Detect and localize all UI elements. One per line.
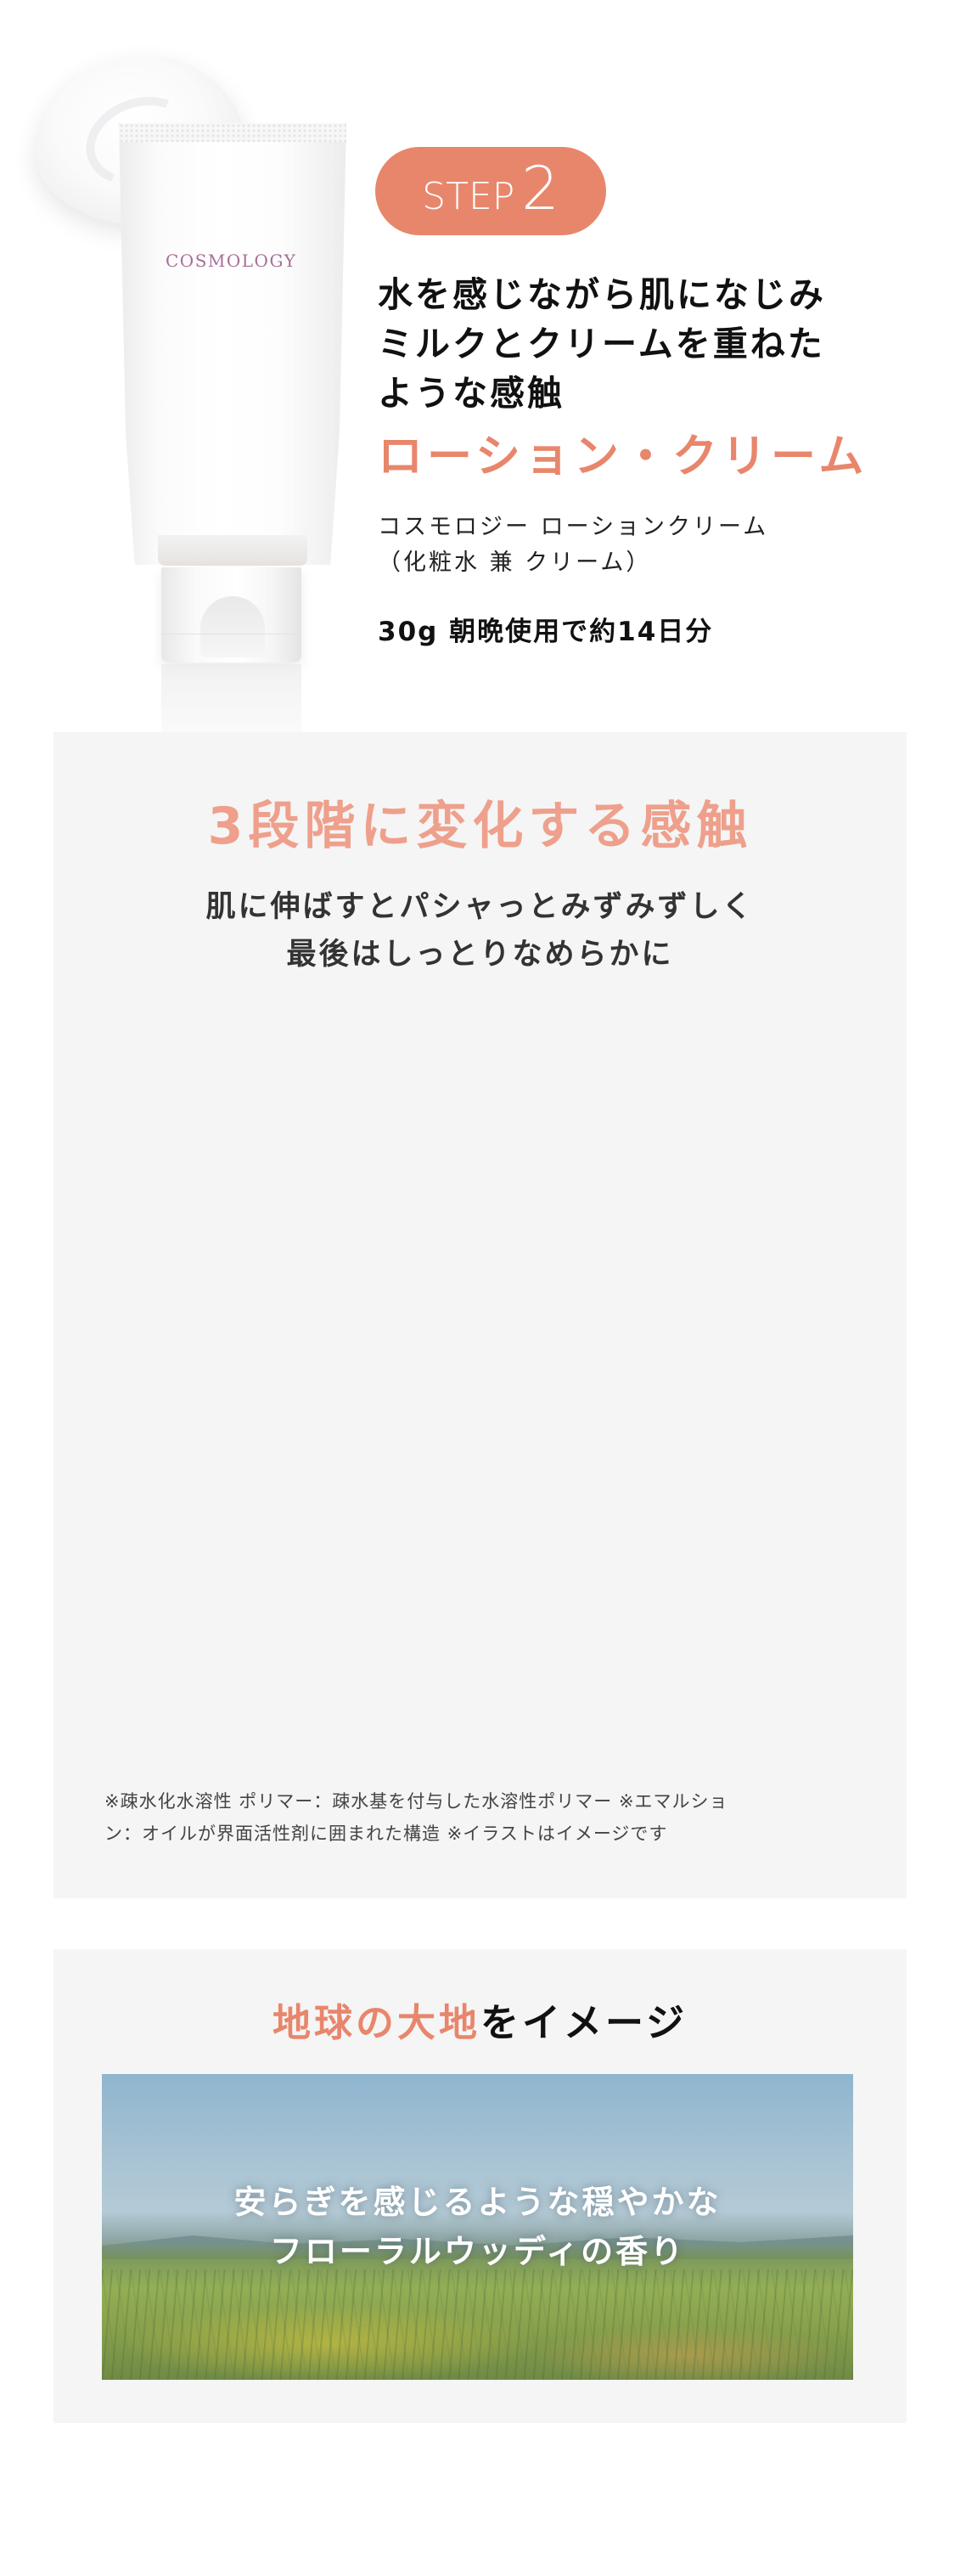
texture-subtitle-line: 最後はしっとりなめらかに: [286, 938, 674, 972]
product-name: ローション・クリーム: [378, 431, 868, 482]
headline-line: ような感触: [378, 373, 565, 414]
footnote-line: ※疎水化水溶性 ポリマー：疎水基を付与した水溶性ポリマー ※エマルショ: [104, 1791, 728, 1812]
product-image: COSMOLOGY: [0, 0, 357, 766]
tube-crimp: [119, 123, 346, 142]
texture-subtitle: 肌に伸ばすとパシャっとみずみずしく 最後はしっとりなめらかに: [53, 883, 907, 978]
product-headline: 水を感じながら肌になじみ ミルクとクリームを重ねた ような感触: [378, 270, 904, 418]
step-badge: STEP 2: [375, 147, 606, 235]
scent-description-line: フローラルウッディの香り: [269, 2233, 686, 2270]
texture-subtitle-line: 肌に伸ばすとパシャっとみずみずしく: [205, 890, 755, 924]
scent-title: 地球の大地をイメージ: [53, 1992, 907, 2047]
meadow-image: 安らぎを感じるような穏やかな フローラルウッディの香り: [102, 2074, 853, 2380]
texture-footnote: ※疎水化水溶性 ポリマー：疎水基を付与した水溶性ポリマー ※エマルショ ン：オイ…: [104, 1785, 868, 1850]
scent-description-line: 安らぎを感じるような穏やかな: [233, 2184, 722, 2221]
scent-description: 安らぎを感じるような穏やかな フローラルウッディの香り: [102, 2178, 853, 2276]
product-description: コスモロジー ローションクリーム （化粧水 兼 クリーム）: [378, 510, 904, 581]
scent-title-accent: 地球の大地: [272, 2000, 480, 2045]
step-number: 2: [521, 154, 559, 223]
headline-line: 水を感じながら肌になじみ: [378, 274, 826, 315]
texture-title: 3段階に変化する感触: [207, 797, 753, 856]
meadow-grass: [102, 2269, 853, 2380]
step-label: STEP: [422, 175, 515, 218]
brand-logo: COSMOLOGY: [166, 251, 297, 271]
product-size: 30g 朝晩使用で約14日分: [378, 617, 714, 647]
product-hero: COSMOLOGY STEP 2 水を感じながら肌になじみ ミルクとクリームを重…: [0, 0, 955, 766]
scent-title-rest: をイメージ: [480, 2000, 688, 2045]
footnote-line: ン：オイルが界面活性剤に囲まれた構造 ※イラストはイメージです: [104, 1823, 668, 1844]
tube-shoulder: [158, 535, 307, 566]
texture-section: 3段階に変化する感触 肌に伸ばすとパシャっとみずみずしく 最後はしっとりなめらか…: [53, 732, 907, 1898]
product-description-line: （化粧水 兼 クリーム）: [378, 550, 652, 576]
scent-section: 地球の大地をイメージ 安らぎを感じるような穏やかな フローラルウッディの香り: [53, 1949, 907, 2423]
tube-cap: [161, 567, 301, 662]
cream-tube-image: [119, 123, 346, 565]
product-description-line: コスモロジー ローションクリーム: [378, 514, 769, 540]
cap-notch: [200, 596, 265, 657]
headline-line: ミルクとクリームを重ねた: [378, 324, 825, 364]
